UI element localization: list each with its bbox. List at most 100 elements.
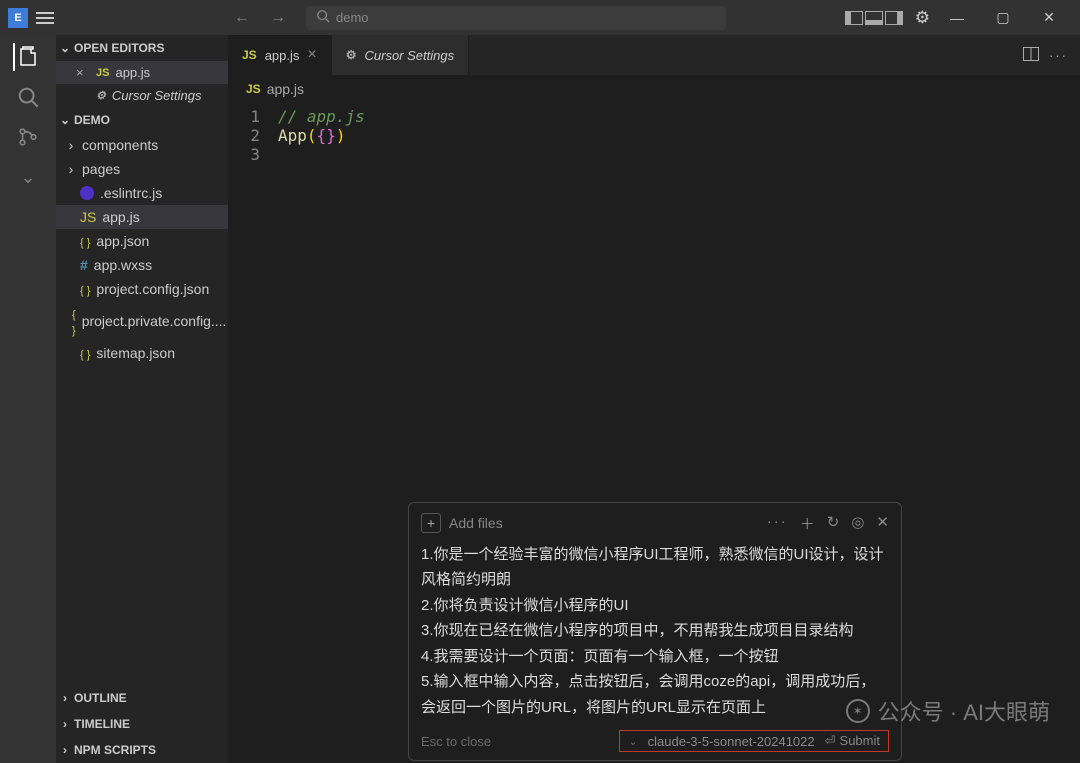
model-selector[interactable]: ⌄ claude-3-5-sonnet-20241022 ⏎Submit xyxy=(619,730,889,752)
plus-icon[interactable]: ＋ xyxy=(800,513,815,534)
open-editors-header[interactable]: ⌄ OPEN EDITORS xyxy=(56,35,228,61)
tree-file[interactable]: JS app.js xyxy=(56,205,228,229)
chat-input[interactable]: 1.你是一个经验丰富的微信小程序UI工程师，熟悉微信的UI设计，设计风格简约明朗… xyxy=(421,542,889,721)
folder-name: pages xyxy=(82,161,120,177)
submit-button[interactable]: ⏎Submit xyxy=(825,733,880,749)
file-name: app.wxss xyxy=(94,257,152,273)
npm-scripts-header[interactable]: ›NPM SCRIPTS xyxy=(56,737,228,763)
code-editor[interactable]: 1// app.js 2App({}) 3 xyxy=(228,103,1080,164)
file-name: .eslintrc.js xyxy=(100,185,162,201)
close-icon[interactable]: ✕ xyxy=(876,513,889,534)
project-label: DEMO xyxy=(74,113,110,127)
json-file-icon xyxy=(72,305,76,337)
file-name: app.js xyxy=(102,209,139,225)
forward-button[interactable]: → xyxy=(262,5,294,31)
code-text: App({}) xyxy=(278,126,345,145)
section-label: TIMELINE xyxy=(74,717,130,731)
settings-icon: ⚙ xyxy=(96,89,106,102)
tree-folder[interactable]: › components xyxy=(56,133,228,157)
settings-icon: ⚙ xyxy=(346,48,357,62)
search-activity-icon[interactable] xyxy=(14,83,42,111)
search-icon xyxy=(316,9,330,26)
back-button[interactable]: ← xyxy=(226,5,258,31)
compass-icon[interactable]: ◎ xyxy=(851,513,864,534)
gear-icon[interactable]: ⚙ xyxy=(915,8,930,28)
chat-panel: + Add files ··· ＋ ↻ ◎ ✕ 1.你是一个经验丰富的微信小程序… xyxy=(408,502,902,762)
tree-file[interactable]: project.private.config.... xyxy=(56,301,228,341)
open-editor-item[interactable]: × JS app.js xyxy=(56,61,228,84)
chat-line: 4.我需要设计一个页面：页面有一个输入框，一个按钮 xyxy=(421,644,889,670)
close-icon[interactable]: × xyxy=(307,46,316,64)
line-number: 2 xyxy=(228,126,278,145)
chat-line: 5.输入框中输入内容，点击按钮后，会调用coze的api，调用成功后，会返回一个… xyxy=(421,669,889,720)
tree-file[interactable]: .eslintrc.js xyxy=(56,181,228,205)
tree-folder[interactable]: › pages xyxy=(56,157,228,181)
chat-line: 1.你是一个经验丰富的微信小程序UI工程师，熟悉微信的UI设计，设计风格简约明朗 xyxy=(421,542,889,593)
file-name: sitemap.json xyxy=(96,345,175,361)
project-header[interactable]: ⌄ DEMO xyxy=(56,107,228,133)
app-icon: E xyxy=(8,8,28,28)
chevron-down-icon[interactable]: ⌄ xyxy=(14,163,42,191)
tabs: JS app.js × ⚙ Cursor Settings ··· xyxy=(228,35,1080,75)
json-file-icon xyxy=(80,345,90,361)
section-label: NPM SCRIPTS xyxy=(74,743,156,757)
tree-file[interactable]: sitemap.json xyxy=(56,341,228,365)
sidebar: ⌄ OPEN EDITORS × JS app.js × ⚙ Cursor Se… xyxy=(56,35,228,763)
source-control-icon[interactable] xyxy=(14,123,42,151)
minimize-button[interactable]: — xyxy=(934,0,980,35)
chevron-down-icon: ⌄ xyxy=(60,41,70,55)
layout-bottom-icon[interactable] xyxy=(865,11,883,25)
tree-file[interactable]: app.wxss xyxy=(56,253,228,277)
layout-controls xyxy=(845,11,903,25)
outline-header[interactable]: › OUTLINE xyxy=(56,685,228,711)
tree-file[interactable]: project.config.json xyxy=(56,277,228,301)
explorer-icon[interactable] xyxy=(13,43,41,71)
file-name: project.config.json xyxy=(96,281,209,297)
add-files-label: Add files xyxy=(449,515,503,531)
file-name: app.json xyxy=(96,233,149,249)
chevron-right-icon: › xyxy=(66,137,76,153)
line-number: 1 xyxy=(228,107,278,126)
tree-file[interactable]: app.json xyxy=(56,229,228,253)
folder-name: components xyxy=(82,137,158,153)
model-name: claude-3-5-sonnet-20241022 xyxy=(648,734,815,749)
section-label: OUTLINE xyxy=(74,691,127,705)
add-files-button[interactable]: + xyxy=(421,513,441,533)
search-input[interactable]: demo xyxy=(306,6,726,30)
layout-left-icon[interactable] xyxy=(845,11,863,25)
json-file-icon xyxy=(80,281,90,297)
tab-appjs[interactable]: JS app.js × xyxy=(228,35,332,75)
js-file-icon: JS xyxy=(96,67,109,79)
breadcrumb[interactable]: JS app.js xyxy=(228,75,1080,103)
split-editor-icon[interactable] xyxy=(1023,47,1039,64)
file-name: Cursor Settings xyxy=(112,88,202,103)
wxss-file-icon xyxy=(80,257,88,273)
chevron-right-icon: › xyxy=(66,161,76,177)
close-icon[interactable]: × xyxy=(76,65,90,80)
timeline-header[interactable]: › TIMELINE xyxy=(56,711,228,737)
more-icon[interactable]: ··· xyxy=(1049,48,1068,63)
watermark-text: 公众号 · AI大眼萌 xyxy=(878,695,1050,727)
json-file-icon xyxy=(80,233,90,249)
chevron-right-icon: › xyxy=(60,717,70,731)
title-bar: E ← → demo ⚙ — ▢ ✕ xyxy=(0,0,1080,35)
refresh-icon[interactable]: ↻ xyxy=(827,513,840,534)
chat-line: 2.你将负责设计微信小程序的UI xyxy=(421,593,889,619)
close-icon[interactable]: × xyxy=(76,88,90,103)
js-file-icon: JS xyxy=(242,48,257,62)
file-name: project.private.config.... xyxy=(82,313,227,329)
tab-settings[interactable]: ⚙ Cursor Settings xyxy=(332,35,469,75)
layout-right-icon[interactable] xyxy=(885,11,903,25)
menu-icon[interactable] xyxy=(36,12,54,24)
open-editor-item[interactable]: × ⚙ Cursor Settings xyxy=(56,84,228,107)
js-file-icon: JS xyxy=(80,209,96,225)
maximize-button[interactable]: ▢ xyxy=(980,0,1026,35)
js-file-icon: JS xyxy=(246,82,261,96)
chevron-right-icon: › xyxy=(60,691,70,705)
breadcrumb-file: app.js xyxy=(267,81,304,97)
close-window-button[interactable]: ✕ xyxy=(1026,0,1072,35)
more-icon[interactable]: ··· xyxy=(767,513,788,534)
open-editors-label: OPEN EDITORS xyxy=(74,41,164,55)
activity-bar: ⌄ xyxy=(0,35,56,763)
tab-label: app.js xyxy=(265,48,300,63)
